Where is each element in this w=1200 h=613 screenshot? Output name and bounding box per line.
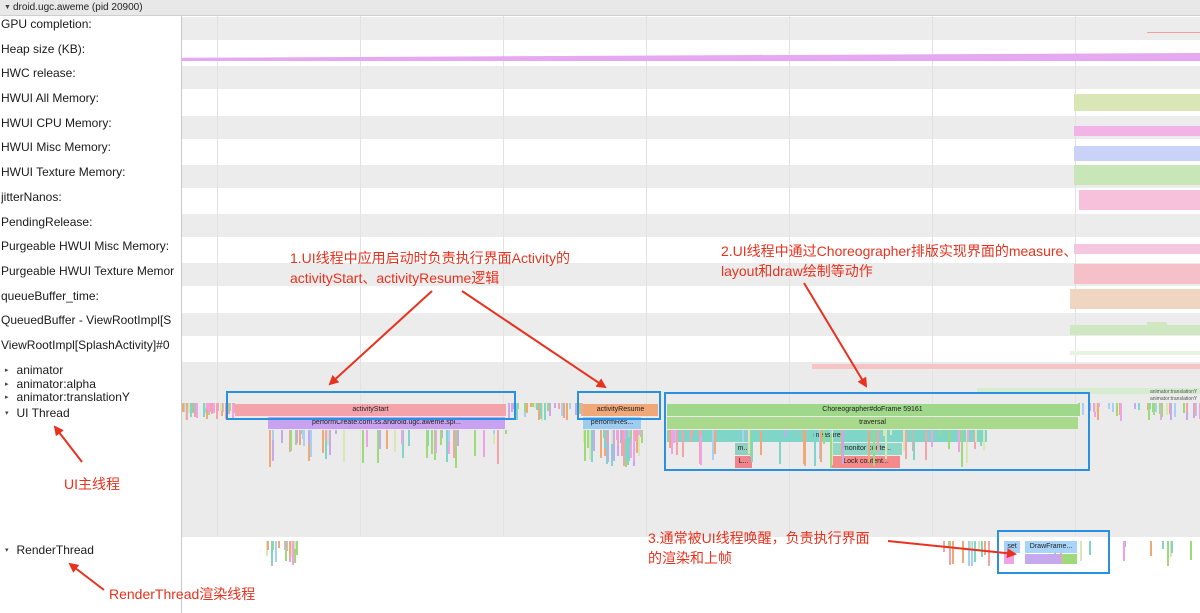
- arrow-to-choreographer: [803, 282, 868, 388]
- annotation-renderthread: RenderThread渲染线程: [109, 586, 256, 602]
- annotation-3-line-2: 的渲染和上帧: [648, 550, 732, 566]
- annotation-3-line-1: 3.通常被UI线程唤醒，负责执行界面: [648, 530, 870, 546]
- arrow-to-activity-resume: [461, 290, 607, 389]
- annotation-2-line-2: layout和draw绘制等动作: [721, 263, 873, 279]
- annotation-ui-main-thread: UI主线程: [64, 476, 120, 492]
- annotation-1-line-2: activityStart、activityResume逻辑: [290, 270, 500, 286]
- annotation-2-line-1: 2.UI线程中通过Choreographer排版实现界面的measure、: [721, 243, 1078, 259]
- arrow-to-renderthread: [68, 562, 105, 591]
- arrow-to-renderthread-box: [887, 540, 1017, 559]
- annotation-1-line-1: 1.UI线程中应用启动时负责执行界面Activity的: [290, 250, 571, 266]
- arrow-to-ui-thread: [53, 425, 83, 463]
- arrow-to-activity-start: [328, 290, 433, 386]
- annotation-arrows: [53, 282, 1017, 591]
